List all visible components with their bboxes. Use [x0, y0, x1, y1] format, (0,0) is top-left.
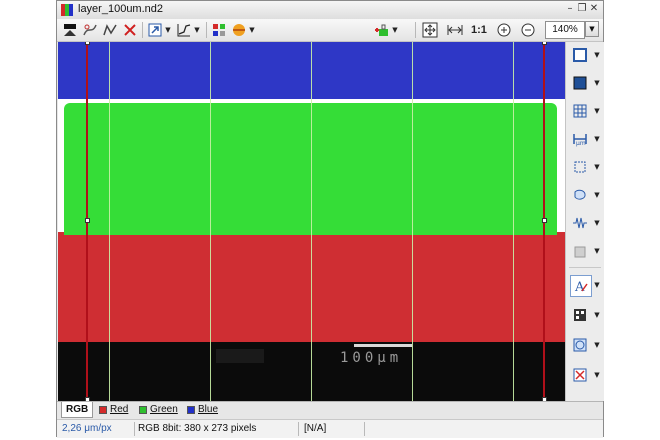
fit-to-screen-icon[interactable]: [421, 21, 439, 39]
tab-rgb[interactable]: RGB: [61, 402, 94, 418]
fit-width-icon[interactable]: [446, 21, 464, 39]
crop-dropdown-icon[interactable]: ▼: [593, 157, 601, 177]
zoom-input[interactable]: 140%: [545, 21, 585, 39]
image-viewer[interactable]: 100μm: [58, 42, 565, 401]
color-dropdown-icon[interactable]: ▼: [248, 21, 256, 39]
curve-icon[interactable]: [101, 21, 119, 39]
drag-handle[interactable]: [542, 42, 547, 45]
profile-line[interactable]: [210, 42, 211, 401]
crop-icon[interactable]: [570, 157, 590, 177]
grid-icon[interactable]: [570, 101, 590, 121]
waveform-icon[interactable]: [570, 213, 590, 233]
graph-dropdown-icon[interactable]: ▼: [193, 21, 201, 39]
drag-handle[interactable]: [542, 218, 547, 223]
zoom-in-icon[interactable]: [495, 21, 513, 39]
length-measure-icon[interactable]: µm: [570, 129, 590, 149]
export-dropdown-icon[interactable]: ▼: [164, 21, 172, 39]
image-settings-icon[interactable]: [570, 365, 590, 385]
length-dropdown-icon[interactable]: ▼: [593, 129, 601, 149]
export-icon[interactable]: [146, 21, 164, 39]
globe-icon[interactable]: [570, 335, 590, 355]
blue-swatch-icon: [187, 405, 195, 414]
title-bar: layer_100um.nd2 – ❐ ✕: [57, 1, 603, 20]
lut-icon[interactable]: [61, 21, 79, 39]
red-swatch-icon: [99, 405, 107, 414]
rectangle-roi-icon[interactable]: [570, 45, 590, 65]
polygon-roi-icon[interactable]: [570, 185, 590, 205]
tab-green[interactable]: Green: [135, 402, 182, 417]
profile-line[interactable]: [412, 42, 413, 401]
image-info-status: RGB 8bit: 380 x 273 pixels: [135, 422, 299, 436]
channels-icon[interactable]: [210, 21, 228, 39]
filled-rectangle-icon[interactable]: [570, 73, 590, 93]
channel-tabs: RGB Red Green Blue: [57, 401, 603, 419]
stack-dropdown-icon[interactable]: ▼: [593, 241, 601, 261]
graph-icon[interactable]: [175, 21, 193, 39]
waveform-dropdown-icon[interactable]: ▼: [593, 213, 601, 233]
security-icon[interactable]: [373, 21, 391, 39]
zoom-1-1-button[interactable]: 1:1: [471, 21, 487, 39]
document-window: layer_100um.nd2 – ❐ ✕ ▼ ▼ ▼ ▼ 1:1 140% ▼: [56, 0, 604, 438]
drag-handle[interactable]: [85, 218, 90, 223]
zoom-dropdown-icon[interactable]: ▼: [585, 21, 599, 37]
text-annotation-icon[interactable]: A: [570, 275, 592, 297]
svg-text:µm: µm: [576, 140, 586, 147]
scale-bar-label: 100μm: [340, 350, 403, 366]
app-icon: [61, 4, 73, 16]
svg-text:A: A: [574, 280, 585, 294]
profile-line[interactable]: [513, 42, 514, 401]
green-swatch-icon: [139, 405, 147, 414]
minimize-icon[interactable]: –: [564, 3, 576, 15]
restore-icon[interactable]: ❐: [576, 3, 588, 15]
tab-red[interactable]: Red: [95, 402, 132, 417]
security-dropdown-icon[interactable]: ▼: [391, 21, 399, 39]
zoom-out-icon[interactable]: [519, 21, 537, 39]
profile-line[interactable]: [109, 42, 110, 401]
close-icon[interactable]: ✕: [588, 3, 600, 15]
filled-rectangle-dropdown-icon[interactable]: ▼: [593, 73, 601, 93]
curve-auto-icon[interactable]: [81, 21, 99, 39]
reset-curve-icon[interactable]: [121, 21, 139, 39]
globe-dropdown-icon[interactable]: ▼: [593, 335, 601, 355]
dark-artifact: [216, 349, 264, 363]
pixel-size-status: 2,26 μm/px: [59, 422, 135, 436]
stack-icon[interactable]: [570, 241, 590, 261]
grid-dropdown-icon[interactable]: ▼: [593, 101, 601, 121]
image-settings-dropdown-icon[interactable]: ▼: [593, 365, 601, 385]
status-bar: 2,26 μm/px RGB 8bit: 380 x 273 pixels [N…: [57, 419, 603, 438]
pixel-value-status: [N/A]: [301, 422, 365, 436]
window-title: layer_100um.nd2: [78, 3, 164, 15]
profile-line[interactable]: [311, 42, 312, 401]
polygon-dropdown-icon[interactable]: ▼: [593, 185, 601, 205]
pattern-icon[interactable]: [570, 305, 590, 325]
text-dropdown-icon[interactable]: ▼: [593, 275, 601, 295]
rectangle-dropdown-icon[interactable]: ▼: [593, 45, 601, 65]
tools-sidebar: ▼ ▼ ▼ µm ▼ ▼ ▼ ▼ ▼ A ▼ ▼ ▼ ▼: [565, 42, 604, 401]
color-balance-icon[interactable]: [230, 21, 248, 39]
pattern-dropdown-icon[interactable]: ▼: [593, 305, 601, 325]
tab-blue[interactable]: Blue: [183, 402, 222, 417]
main-toolbar: ▼ ▼ ▼ ▼ 1:1 140% ▼: [57, 19, 603, 42]
drag-handle[interactable]: [85, 42, 90, 45]
scale-bar: [354, 344, 412, 347]
